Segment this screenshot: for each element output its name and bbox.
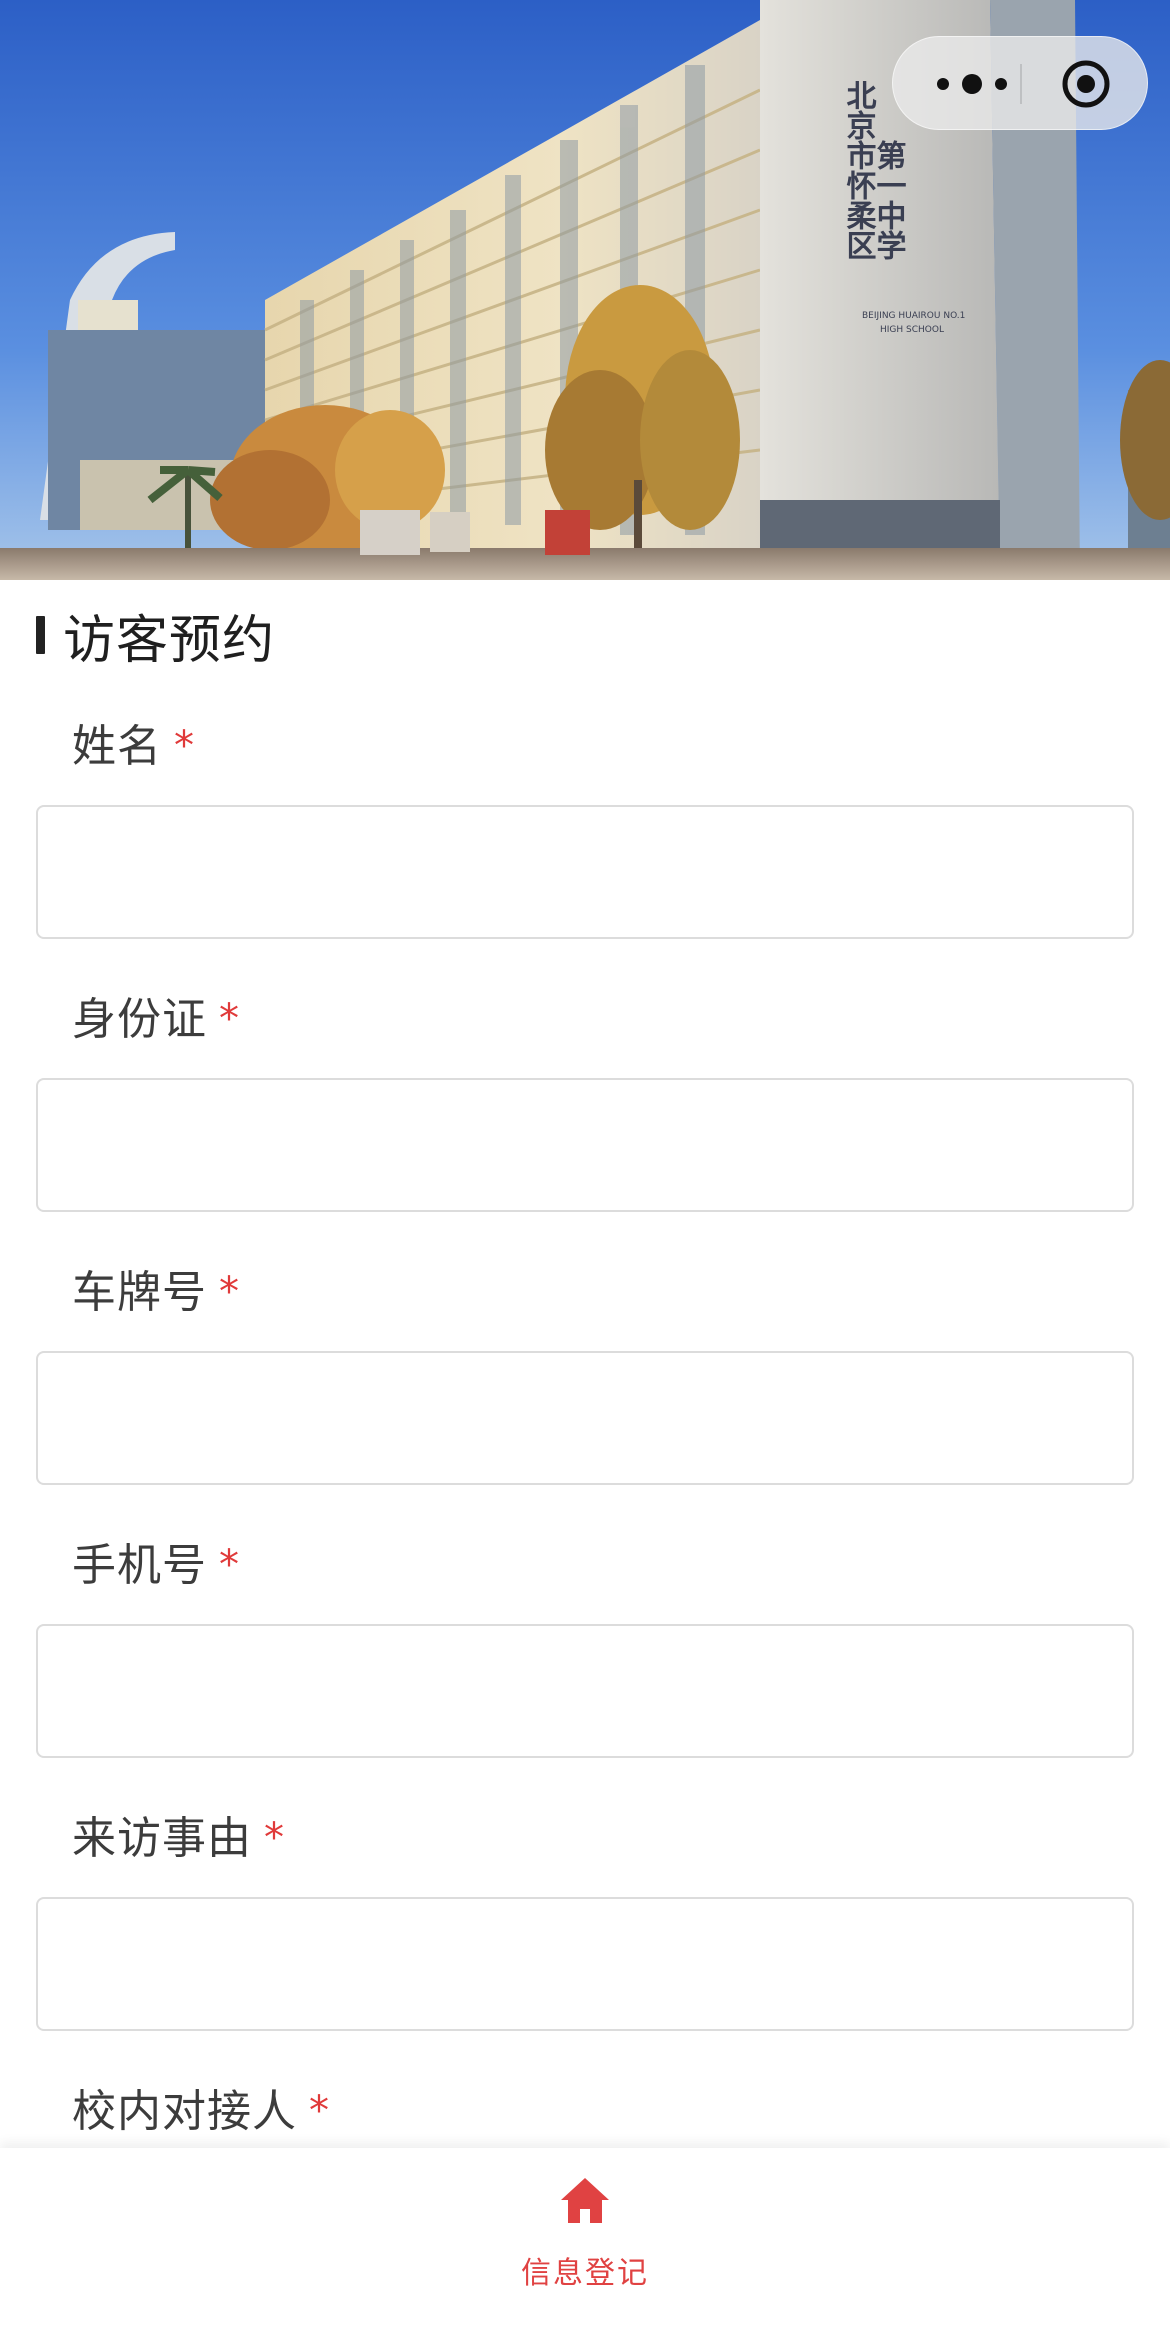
campus-contact-label-text: 校内对接人 bbox=[72, 2086, 297, 2137]
required-mark: * bbox=[219, 1269, 240, 1315]
miniprogram-capsule bbox=[892, 36, 1148, 130]
name-input[interactable] bbox=[36, 805, 1134, 939]
building-sign-en-line1: BEIJING HUAIROU NO.1 bbox=[862, 311, 965, 321]
campus-contact-label: 校内对接人 * bbox=[72, 2081, 330, 2141]
bottom-tab-bar: 信息登记 bbox=[0, 2148, 1170, 2338]
phone-label-text: 手机号 bbox=[72, 1540, 207, 1591]
id-card-input[interactable] bbox=[36, 1078, 1134, 1212]
tab-label: 信息登记 bbox=[521, 2256, 649, 2291]
name-label: 姓名 * bbox=[72, 716, 195, 776]
required-mark: * bbox=[309, 2088, 330, 2134]
tab-info-registration[interactable]: 信息登记 bbox=[485, 2176, 685, 2306]
building-sign-line1: 第一中学 bbox=[871, 139, 907, 260]
section-header: 访客预约 bbox=[36, 604, 275, 671]
target-circle-icon[interactable] bbox=[1061, 59, 1111, 109]
home-icon bbox=[561, 2178, 609, 2223]
required-mark: * bbox=[174, 723, 195, 769]
phone-input[interactable] bbox=[36, 1624, 1134, 1758]
building-sign-line2: 北京市怀柔区 bbox=[841, 80, 877, 260]
building-sign-en-line2: HIGH SCHOOL bbox=[880, 325, 944, 335]
page-title: 访客预约 bbox=[63, 610, 276, 671]
id-card-label-text: 身份证 bbox=[72, 994, 207, 1045]
required-mark: * bbox=[264, 1815, 285, 1861]
plate-number-label-text: 车牌号 bbox=[72, 1267, 207, 1318]
name-label-text: 姓名 bbox=[72, 721, 162, 772]
required-mark: * bbox=[219, 1542, 240, 1588]
visit-reason-label-text: 来访事由 bbox=[72, 1813, 252, 1864]
id-card-label: 身份证 * bbox=[72, 989, 240, 1049]
visit-reason-label: 来访事由 * bbox=[72, 1808, 285, 1868]
visit-reason-input[interactable] bbox=[36, 1897, 1134, 2031]
required-mark: * bbox=[219, 996, 240, 1042]
hero-image: 第一中学 北京市怀柔区 BEIJING HUAIROU NO.1 HIGH SC… bbox=[0, 0, 1170, 580]
phone-label: 手机号 * bbox=[72, 1535, 240, 1595]
capsule-divider bbox=[1020, 64, 1022, 104]
more-dots-icon[interactable] bbox=[927, 67, 1017, 101]
plate-number-label: 车牌号 * bbox=[72, 1262, 240, 1322]
plate-number-input[interactable] bbox=[36, 1351, 1134, 1485]
section-bar-decoration bbox=[36, 616, 45, 654]
